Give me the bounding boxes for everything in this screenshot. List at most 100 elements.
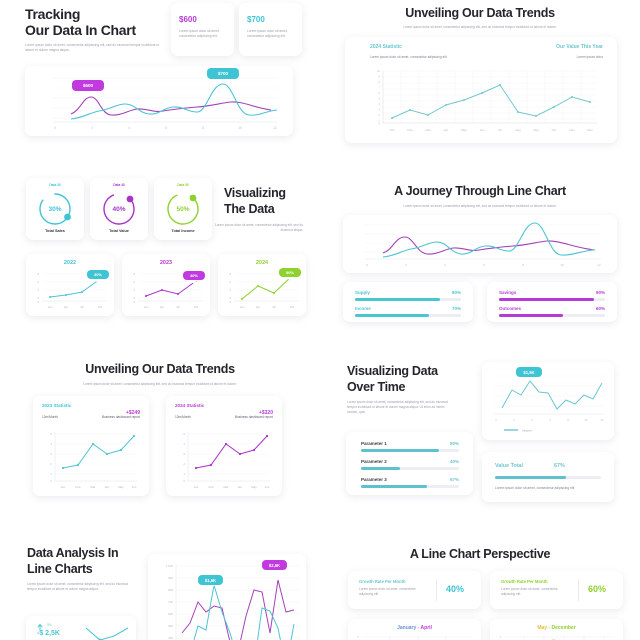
s7-ytick-5: 500 — [168, 624, 173, 628]
mini-chart-card-2024[interactable]: 2024 864 20 Jan Apr Jul Oct 50% — [218, 254, 306, 316]
svg-text:Apr: Apr — [105, 485, 110, 489]
svg-text:5: 5 — [379, 97, 381, 101]
slide7-badge-purple: $2,5K — [262, 560, 287, 574]
growth-right-divider — [578, 579, 579, 601]
bar-value-supply: 80% — [451, 290, 461, 295]
range-left-a: January — [397, 625, 417, 631]
slide1-chart-card[interactable]: 0 2 4 6 8 10 12 $600 $700 — [25, 66, 293, 136]
svg-text:Oct: Oct — [552, 128, 557, 132]
donut-label-1: Total Sales — [45, 229, 65, 233]
param-track-2 — [361, 467, 459, 470]
svg-text:4: 4 — [133, 288, 135, 292]
donut-card-total-income[interactable]: Data 50 50% Total Income — [154, 178, 212, 240]
mini-chart-card-2022[interactable]: 2022 864 20 Jan Apr Jul Oct 30% — [26, 254, 114, 316]
mini-chart-card-2023[interactable]: 2023 864 20 Jan Apr Jul Oct 40% — [122, 254, 210, 316]
slide6-value-total-card[interactable]: Value Total 67% Lorem ipsum dolor sit am… — [482, 452, 614, 502]
growth-left-divider — [436, 579, 437, 601]
range-card-left[interactable]: January - April 43 — [348, 619, 481, 640]
slide4-bars-right-card[interactable]: Savings 90% Outcomes 60% — [487, 282, 617, 322]
s6-xtick-2: 4 — [531, 418, 533, 422]
donut-card-total-value[interactable]: Data 40 40% Total Value — [90, 178, 148, 240]
param-track-1 — [361, 449, 459, 452]
slide2-chart-card[interactable]: 2024 Statistic Lorem ipsum dolor sit ame… — [345, 37, 617, 143]
svg-text:Feb: Feb — [407, 128, 413, 132]
svg-text:Oct: Oct — [194, 305, 199, 309]
svg-text:Jan: Jan — [240, 305, 245, 309]
slide2-left-label: 2024 Statistic — [370, 44, 402, 50]
panel-2023-right-sub: Business dashboard report — [101, 415, 140, 419]
range-right-title: May - December — [490, 625, 623, 631]
slide-unveiling-trends-bottom[interactable]: Unveiling Our Data Trends Lorem ipsum do… — [0, 352, 320, 522]
slide2-title: Unveiling Our Data Trends — [405, 6, 555, 20]
slide7-kpi-card[interactable]: 5% -$ 2,5K — [26, 616, 136, 640]
s4-xtick-1: 2 — [405, 263, 407, 267]
s1-xtick-2: 4 — [128, 126, 130, 130]
stat-panel-2024[interactable]: 2024 Statistic +$320 12m/Month Business … — [166, 396, 282, 496]
slide2-paragraph: Lorem ipsum dolor sit amet, consectetur … — [403, 25, 557, 29]
slide6-title-line2: Over Time — [347, 380, 406, 394]
svg-text:Jun: Jun — [132, 485, 137, 489]
slide3-title-line1: Visualizing — [224, 186, 286, 200]
slide1-line-chart: 0 2 4 6 8 10 12 — [53, 77, 278, 130]
svg-text:Jul: Jul — [80, 305, 84, 309]
svg-text:6: 6 — [379, 91, 381, 95]
slide-line-chart-perspective[interactable]: A Line Chart Perspective Growth Rate Per… — [320, 534, 640, 640]
stat-card-600[interactable]: $600 Lorem ipsum dolor sit amet, consect… — [171, 3, 234, 56]
slide6-legend-label: Income — [522, 429, 532, 433]
value-total-label: Value Total — [495, 463, 524, 469]
svg-text:Jan: Jan — [61, 485, 66, 489]
svg-text:Apr: Apr — [256, 305, 260, 309]
bar-fill-outcomes — [499, 314, 563, 317]
donut-card-total-sales[interactable]: Data 30 30% Total Sales — [26, 178, 84, 240]
slide4-bars-left-card[interactable]: Supply 80% Income 70% — [343, 282, 473, 322]
slide6-paragraph: Lorem ipsum dolor sit amet, consectetur … — [347, 400, 448, 414]
slide-data-analysis-line-charts[interactable]: Data Analysis In Line Charts Lorem ipsum… — [0, 534, 320, 640]
slide6-params-card[interactable]: Parameter 1 80% Parameter 2 40% Paramete… — [346, 432, 473, 495]
slide7-chart-card[interactable]: 1.000 900 800 700 600 500 400 300 $1,5K … — [148, 554, 306, 640]
panel-2024-left-sub: 12m/Month — [175, 415, 191, 419]
mini-chart-year-2: 2023 — [159, 260, 173, 266]
param-row-2: Parameter 2 40% — [361, 459, 459, 464]
stat-card-600-text: Lorem ipsum dolor sit amet, consectetur … — [179, 29, 220, 38]
slide-visualizing-the-data[interactable]: Visualizing The Data Lorem ipsum dolor s… — [0, 168, 320, 338]
slide2-right-sub: Lorem ipsum dolor — [576, 55, 603, 59]
svg-text:Jul: Jul — [176, 305, 180, 309]
svg-text:6: 6 — [229, 280, 231, 284]
panel-2024-line-chart: 5 4 3 2 1 0 Jan Feb Mar Apr May Jun — [183, 432, 270, 489]
s6-xtick-1: 2 — [513, 418, 515, 422]
growth-card-right[interactable]: Growth Rate Per Month Lorem ipsum dolor … — [490, 571, 623, 609]
range-card-right[interactable]: May - December 4 — [490, 619, 623, 640]
s4-xtick-4: 8 — [522, 263, 524, 267]
bar-fill-savings — [499, 298, 595, 301]
svg-text:May: May — [118, 485, 124, 489]
svg-text:4: 4 — [379, 102, 381, 106]
value-total-fill — [495, 476, 567, 479]
svg-text:Apr: Apr — [160, 305, 164, 309]
slide4-chart-card[interactable]: 0 2 4 6 8 10 12 — [343, 215, 617, 273]
svg-text:0: 0 — [50, 479, 52, 483]
range-left-b: April — [420, 625, 432, 631]
slide-unveiling-trends-top[interactable]: Unveiling Our Data Trends Lorem ipsum do… — [320, 0, 640, 160]
bar-row-income: Income 70% — [355, 306, 461, 311]
growth-card-left[interactable]: Growth Rate Per Month Lorem ipsum dolor … — [348, 571, 481, 609]
kpi-sparkline — [85, 627, 129, 640]
svg-text:Nov: Nov — [569, 128, 575, 132]
s7-ytick-3: 700 — [168, 600, 173, 604]
svg-text:Jun: Jun — [480, 128, 485, 132]
slide-tracking-our-data[interactable]: Tracking Our Data In Chart Lorem ipsum d… — [0, 0, 320, 160]
svg-text:4: 4 — [50, 442, 52, 446]
svg-text:3: 3 — [379, 108, 381, 112]
slide1-badge-600: $600 — [72, 80, 104, 95]
svg-text:0: 0 — [183, 479, 185, 483]
svg-text:May: May — [251, 485, 257, 489]
stat-card-600-value: $600 — [179, 15, 197, 24]
svg-text:4: 4 — [500, 635, 502, 639]
slide-visualizing-data-over-time[interactable]: Visualizing Data Over Time Lorem ipsum d… — [320, 352, 640, 522]
slide-journey-through-line-chart[interactable]: A Journey Through Line Chart Lorem ipsum… — [320, 168, 640, 338]
slide6-chart-card[interactable]: 0 2 4 6 8 10 12 Income $1,5K — [482, 362, 614, 440]
slide7-paragraph: Lorem ipsum dolor sit amet, consectetur … — [27, 582, 128, 591]
svg-text:6: 6 — [133, 280, 135, 284]
stat-card-700[interactable]: $700 Lorem ipsum dolor sit amet, consect… — [239, 3, 302, 56]
stat-panel-2023[interactable]: 2023 Statistic +$249 12m/Month Business … — [33, 396, 149, 496]
svg-text:Feb: Feb — [209, 485, 214, 489]
